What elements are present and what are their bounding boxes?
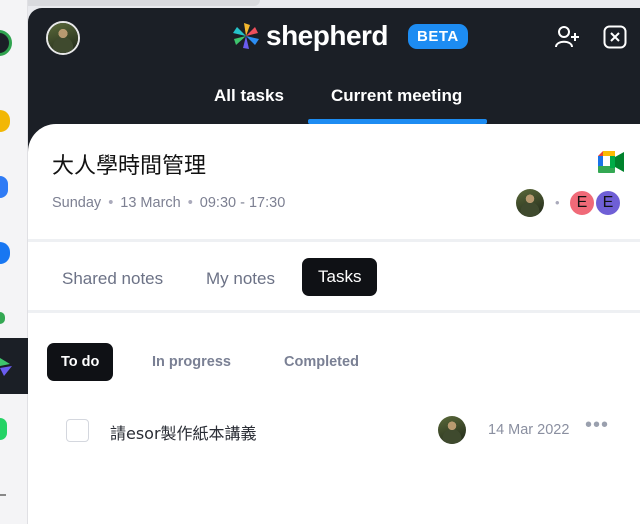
strip-yellow-icon[interactable]: [0, 110, 10, 132]
tab-shared-notes[interactable]: Shared notes: [62, 269, 163, 289]
shepherd-logo-icon: [233, 23, 259, 49]
strip-messenger-icon[interactable]: [0, 242, 10, 264]
tab-tasks[interactable]: Tasks: [302, 258, 378, 296]
person-plus-icon: [555, 26, 579, 48]
more-options-icon[interactable]: •••: [585, 414, 609, 437]
filter-completed[interactable]: Completed: [270, 343, 373, 381]
app-name: shepherd: [266, 20, 389, 51]
add-user-button[interactable]: [552, 22, 582, 52]
meeting-title: 大人學時間管理: [52, 154, 207, 179]
header-divider: [28, 239, 640, 242]
attendee-avatar[interactable]: E: [568, 189, 596, 217]
table-row: 請esor製作紙本講義 14 Mar 2022 •••: [28, 404, 640, 456]
strip-whatsapp-icon[interactable]: [0, 418, 7, 440]
filter-to-do[interactable]: To do: [47, 343, 114, 381]
shepherd-strip-icon: [0, 358, 12, 376]
assignee-avatar[interactable]: [438, 416, 466, 444]
sub-tabs: Shared notes My notes Tasks: [28, 248, 640, 312]
beta-badge: BETA: [408, 23, 468, 49]
meta-separator: •: [108, 195, 114, 211]
tab-current-meeting[interactable]: Current meeting: [331, 86, 462, 106]
meeting-meta: Sunday • 13 March • 09:30 - 17:30: [52, 195, 285, 211]
main-tabs: All tasks Current meeting: [28, 68, 640, 126]
meeting-day: Sunday: [52, 195, 102, 211]
panel-header: shepherd BETA: [28, 8, 640, 66]
attendee-avatar[interactable]: E: [594, 189, 622, 217]
organizer-avatar[interactable]: [516, 189, 544, 217]
user-avatar[interactable]: [46, 21, 80, 55]
task-title[interactable]: 請esor製作紙本講義: [110, 420, 257, 444]
meeting-card: 大人學時間管理 Sunday • 13 March • 09:30 - 17:3…: [28, 124, 640, 524]
meeting-date: 13 March: [120, 195, 181, 211]
strip-avatar-icon[interactable]: [0, 30, 12, 56]
strip-green-dot-icon[interactable]: [0, 312, 5, 324]
meta-separator: •: [187, 195, 193, 211]
attendee-separator: •: [555, 195, 560, 210]
tab-my-notes[interactable]: My notes: [206, 269, 275, 289]
task-due-date: 14 Mar 2022: [488, 422, 570, 438]
task-checkbox[interactable]: [66, 419, 89, 442]
google-meet-icon[interactable]: [598, 151, 624, 173]
filter-in-progress[interactable]: In progress: [138, 343, 245, 381]
tab-all-tasks[interactable]: All tasks: [214, 86, 284, 106]
strip-blue-icon[interactable]: [0, 176, 8, 198]
brand: shepherd BETA: [232, 20, 468, 52]
meeting-time: 09:30 - 17:30: [199, 195, 286, 211]
close-button[interactable]: [600, 22, 630, 52]
strip-divider: [0, 494, 6, 496]
browser-side-strip: [0, 0, 28, 524]
browser-toolbar-edge: [0, 0, 260, 6]
close-icon: [603, 25, 627, 49]
tabs-divider: [28, 310, 640, 313]
